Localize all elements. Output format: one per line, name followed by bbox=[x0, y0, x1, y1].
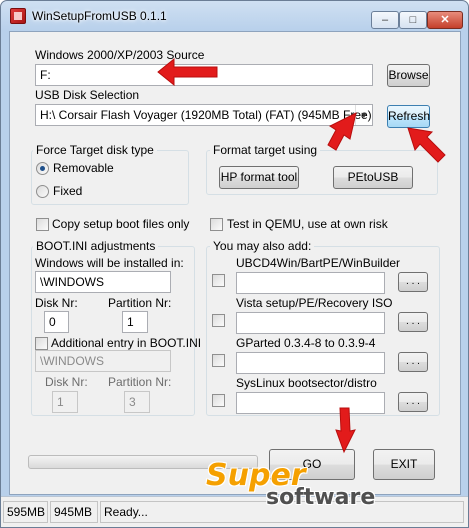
gparted-browse-button[interactable]: . . . bbox=[398, 352, 428, 372]
syslinux-checkbox[interactable] bbox=[212, 394, 225, 407]
fixed-label[interactable]: Fixed bbox=[53, 184, 82, 198]
disk-nr-input[interactable]: 0 bbox=[44, 311, 69, 333]
copy-boot-files-checkbox[interactable] bbox=[36, 218, 49, 231]
watermark: Super software bbox=[206, 458, 406, 520]
ubcd4win-label: UBCD4Win/BartPE/WinBuilder bbox=[236, 256, 401, 270]
bootini-title: BOOT.INI adjustments bbox=[33, 239, 159, 253]
close-button[interactable]: ✕ bbox=[427, 11, 463, 29]
install-location-input[interactable]: \WINDOWS bbox=[35, 271, 171, 293]
syslinux-path-input[interactable] bbox=[236, 392, 385, 414]
disk-nr-2-input[interactable]: 1 bbox=[52, 391, 78, 413]
copy-boot-files-label[interactable]: Copy setup boot files only bbox=[52, 217, 189, 231]
format-title: Format target using bbox=[210, 143, 321, 157]
maximize-button[interactable]: □ bbox=[399, 11, 427, 29]
vista-label: Vista setup/PE/Recovery ISO bbox=[236, 296, 393, 310]
install-location-label: Windows will be installed in: bbox=[35, 256, 184, 270]
syslinux-browse-button[interactable]: . . . bbox=[398, 392, 428, 412]
fixed-radio[interactable] bbox=[36, 185, 49, 198]
additional-entry-checkbox[interactable] bbox=[35, 337, 48, 350]
vista-browse-button[interactable]: . . . bbox=[398, 312, 428, 332]
gparted-path-input[interactable] bbox=[236, 352, 385, 374]
qemu-checkbox[interactable] bbox=[210, 218, 223, 231]
browse-button[interactable]: Browse bbox=[387, 64, 430, 87]
status-total: 595MB bbox=[3, 501, 48, 523]
status-free: 945MB bbox=[50, 501, 98, 523]
app-icon bbox=[10, 8, 26, 24]
partition-nr-label: Partition Nr: bbox=[108, 296, 172, 310]
usb-disk-selected-value: H:\ Corsair Flash Voyager (1920MB Total)… bbox=[40, 108, 372, 122]
also-add-title: You may also add: bbox=[210, 239, 315, 253]
minimize-button[interactable]: – bbox=[371, 11, 399, 29]
disk-nr-2-label: Disk Nr: bbox=[45, 375, 88, 389]
vista-path-input[interactable] bbox=[236, 312, 385, 334]
title-bar[interactable]: WinSetupFromUSB 0.1.1 – □ ✕ bbox=[1, 1, 468, 31]
partition-nr-2-label: Partition Nr: bbox=[108, 375, 172, 389]
usb-disk-select[interactable]: H:\ Corsair Flash Voyager (1920MB Total)… bbox=[35, 104, 373, 126]
petousb-button[interactable]: PEtoUSB bbox=[333, 166, 413, 189]
additional-entry-label[interactable]: Additional entry in BOOT.INI bbox=[51, 336, 201, 350]
source-label: Windows 2000/XP/2003 Source bbox=[35, 48, 205, 62]
hp-format-tool-button[interactable]: HP format tool bbox=[219, 166, 299, 189]
partition-nr-input[interactable]: 1 bbox=[122, 311, 148, 333]
gparted-checkbox[interactable] bbox=[212, 354, 225, 367]
window-title: WinSetupFromUSB 0.1.1 bbox=[32, 9, 167, 23]
ubcd4win-browse-button[interactable]: . . . bbox=[398, 272, 428, 292]
partition-nr-2-input[interactable]: 3 bbox=[124, 391, 150, 413]
vista-checkbox[interactable] bbox=[212, 314, 225, 327]
removable-radio[interactable] bbox=[36, 162, 49, 175]
qemu-label[interactable]: Test in QEMU, use at own risk bbox=[227, 217, 388, 231]
gparted-label: GParted 0.3.4-8 to 0.3.9-4 bbox=[236, 336, 376, 350]
removable-label[interactable]: Removable bbox=[53, 161, 114, 175]
refresh-button[interactable]: Refresh bbox=[387, 105, 430, 128]
watermark-software: software bbox=[266, 485, 376, 510]
force-type-title: Force Target disk type bbox=[33, 143, 157, 157]
client-area: Windows 2000/XP/2003 Source F: Browse US… bbox=[9, 31, 461, 495]
app-window: WinSetupFromUSB 0.1.1 – □ ✕ Windows 2000… bbox=[0, 0, 469, 528]
usb-disk-label: USB Disk Selection bbox=[35, 88, 140, 102]
chevron-down-icon[interactable]: ▼ bbox=[355, 105, 372, 125]
syslinux-label: SysLinux bootsector/distro bbox=[236, 376, 377, 390]
source-input[interactable]: F: bbox=[35, 64, 373, 86]
disk-nr-label: Disk Nr: bbox=[35, 296, 78, 310]
ubcd4win-checkbox[interactable] bbox=[212, 274, 225, 287]
additional-entry-input[interactable]: \WINDOWS bbox=[35, 350, 171, 372]
ubcd4win-path-input[interactable] bbox=[236, 272, 385, 294]
